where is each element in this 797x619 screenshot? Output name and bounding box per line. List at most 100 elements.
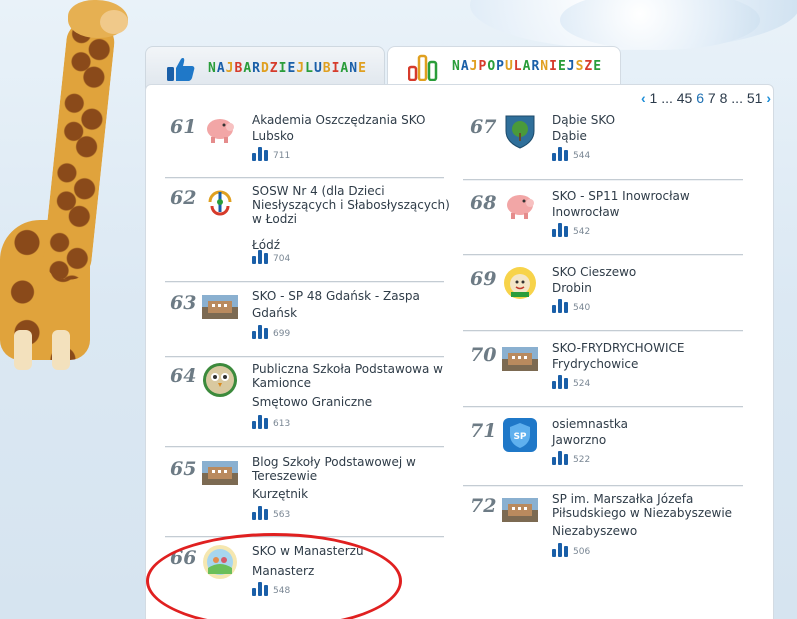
giraffe-illustration: [0, 0, 160, 380]
vote-count-value: 544: [573, 151, 591, 161]
vote-count: 711: [252, 147, 290, 161]
vote-count-value: 522: [573, 455, 591, 465]
city-name: Kurzętnik: [252, 487, 309, 501]
school-name-link[interactable]: osiemnastka: [552, 417, 752, 431]
colorful-sign-logo[interactable]: [202, 184, 238, 220]
coat-of-arms[interactable]: [502, 113, 538, 149]
school-name-link[interactable]: Akademia Oszczędzania SKO: [252, 113, 452, 127]
pagination-ellipsis: ...: [731, 90, 743, 106]
rank-number: 63: [170, 292, 197, 314]
school-photo[interactable]: [202, 455, 238, 491]
list-separator: [165, 177, 444, 179]
city-name: Drobin: [552, 281, 592, 295]
school-name-link[interactable]: Publiczna Szkoła Podstawowa w Kamionce: [252, 362, 452, 390]
page-link-first[interactable]: 1: [650, 90, 658, 106]
list-separator: [463, 406, 743, 408]
school-name-link[interactable]: SP im. Marszałka Józefa Piłsudskiego w N…: [552, 492, 752, 520]
rank-number: 70: [470, 344, 497, 366]
school-name-link[interactable]: SKO-FRYDRYCHOWICE: [552, 341, 752, 355]
city-name: Frydrychowice: [552, 357, 639, 371]
ranking-list-item[interactable]: 64 Publiczna Szkoła Podstawowa w Kamionce…: [170, 362, 452, 445]
vote-count: 524: [552, 375, 590, 389]
ranking-list-item[interactable]: 70 SKO-FRYDRYCHOWICE Frydrychowice 524: [470, 341, 752, 424]
sun-character-logo[interactable]: [502, 265, 538, 301]
highlight-circle: [146, 533, 402, 619]
list-separator: [463, 485, 743, 487]
ranking-list-item[interactable]: 65 Blog Szkoły Podstawowej w Tereszewie Ku…: [170, 455, 452, 538]
vote-bars-icon: [552, 451, 568, 465]
svg-text:SP: SP: [513, 432, 526, 442]
vote-count: 542: [552, 223, 590, 237]
bar-chart-icon: [407, 53, 438, 81]
piggy-bank-logo[interactable]: [502, 189, 538, 225]
vote-bars-icon: [252, 325, 268, 339]
city-name: Inowrocław: [552, 205, 620, 219]
rank-number: 61: [170, 116, 197, 138]
ranking-list-item[interactable]: 68 SKO - SP11 Inowrocław Inowrocław 542: [470, 189, 752, 272]
rank-number: 67: [470, 116, 497, 138]
piggy-bank-logo[interactable]: [202, 113, 238, 149]
vote-bars-icon: [252, 250, 268, 264]
school-name-link[interactable]: SKO - SP11 Inowrocław: [552, 189, 752, 203]
owl-logo[interactable]: [202, 362, 238, 398]
city-name: Gdańsk: [252, 306, 298, 320]
city-name: Lubsko: [252, 129, 294, 143]
school-name-link[interactable]: SKO - SP 48 Gdańsk - Zaspa: [252, 289, 452, 303]
ranking-list-item[interactable]: 62 SOSW Nr 4 (dla Dzieci Niesłyszących i …: [170, 184, 452, 267]
pagination-ellipsis: ...: [661, 90, 673, 106]
school-name-link[interactable]: Blog Szkoły Podstawowej w Tereszewie: [252, 455, 452, 483]
vote-bars-icon: [552, 223, 568, 237]
page-link[interactable]: 7: [708, 90, 716, 106]
city-name: Smętowo Graniczne: [252, 395, 373, 409]
sp-shield-logo[interactable]: SP: [502, 417, 538, 453]
page-link[interactable]: 4: [677, 90, 685, 106]
page-link[interactable]: 8: [720, 90, 728, 106]
school-photo[interactable]: [202, 289, 238, 325]
school-name-link[interactable]: Dąbie SKO: [552, 113, 752, 127]
rank-number: 69: [470, 268, 497, 290]
vote-count-value: 563: [273, 510, 291, 520]
page-link-last[interactable]: 51: [747, 90, 763, 106]
vote-count-value: 711: [273, 151, 291, 161]
prev-page-icon[interactable]: ‹: [641, 90, 646, 106]
city-name: Jaworzno: [552, 433, 607, 447]
tab-most-popular[interactable]: NAJPOPULARNIEJSZE: [387, 46, 621, 86]
ranking-list-item[interactable]: 71 SP osiemnastka Jaworzno 522: [470, 417, 752, 500]
vote-bars-icon: [252, 147, 268, 161]
page-link[interactable]: 5: [685, 90, 693, 106]
vote-bars-icon: [552, 147, 568, 161]
ranking-list-item[interactable]: 72 SP im. Marszałka Józefa Piłsudskiego w…: [470, 492, 752, 575]
vote-count: 563: [252, 506, 290, 520]
ranking-list-item[interactable]: 69 SKO Cieszewo Drobin 540: [470, 265, 752, 348]
rank-number: 65: [170, 458, 197, 480]
school-name-link[interactable]: SOSW Nr 4 (dla Dzieci Niesłyszących i Sł…: [252, 184, 452, 226]
school-name-link[interactable]: SKO Cieszewo: [552, 265, 752, 279]
rank-number: 71: [470, 420, 497, 442]
vote-count: 506: [552, 543, 590, 557]
vote-count: 544: [552, 147, 590, 161]
rank-number: 68: [470, 192, 497, 214]
vote-bars-icon: [552, 543, 568, 557]
ranking-list-item[interactable]: 67 Dąbie SKO Dąbie 544: [470, 113, 752, 196]
vote-count-value: 524: [573, 379, 591, 389]
tab-most-popular-label: NAJPOPULARNIEJSZE: [452, 59, 603, 74]
school-photo[interactable]: [502, 341, 538, 377]
tab-most-liked-label: NAJBARDZIEJ LUBIANE: [208, 61, 367, 76]
vote-count-value: 540: [573, 303, 591, 313]
rank-number: 64: [170, 365, 197, 387]
vote-count-value: 506: [573, 547, 591, 557]
vote-count: 699: [252, 325, 290, 339]
rank-number: 62: [170, 187, 197, 209]
page-link-current: 6: [696, 90, 705, 106]
thumbs-up-icon: [166, 56, 196, 82]
ranking-list-item[interactable]: 63 SKO - SP 48 Gdańsk - Zaspa Gdańsk 699: [170, 289, 452, 372]
city-name: Niezabyszewo: [552, 524, 638, 538]
vote-count-value: 613: [273, 419, 291, 429]
city-name: Dąbie: [552, 129, 587, 143]
list-separator: [463, 330, 743, 332]
list-separator: [165, 281, 444, 283]
next-page-icon[interactable]: ›: [766, 90, 771, 106]
pagination: ‹ 1 ... 45 6 7 8 ... 51 ›: [641, 90, 771, 106]
school-photo[interactable]: [502, 492, 538, 528]
vote-bars-icon: [552, 375, 568, 389]
